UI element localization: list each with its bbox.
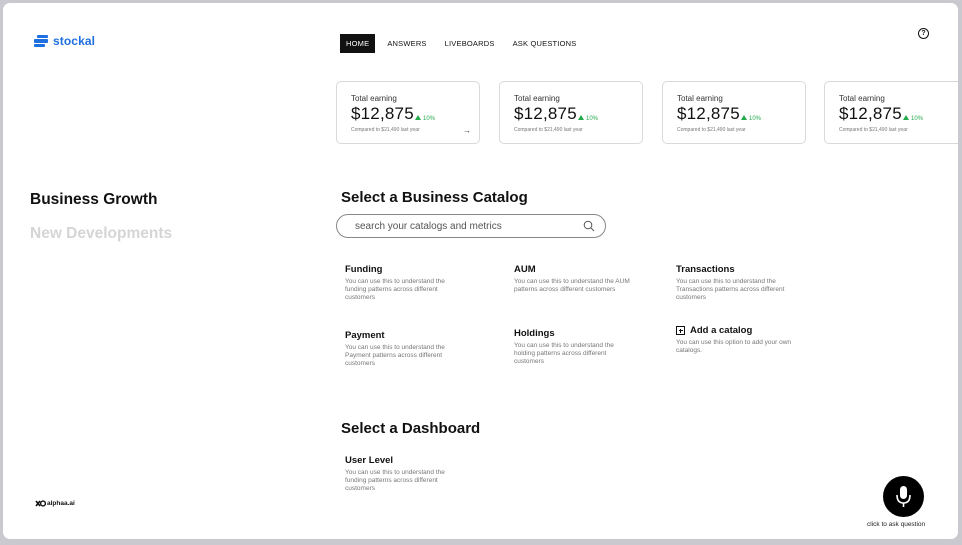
catalog-title: Holdings — [514, 328, 555, 339]
microphone-icon — [896, 486, 911, 507]
app-window: stockal HOME ANSWERS LIVEBOARDS ASK QUES… — [3, 3, 958, 539]
card-change: 10% — [741, 115, 761, 122]
catalog-desc: You can use this to understand the fundi… — [345, 278, 445, 301]
nav-ask-questions[interactable]: ASK QUESTIONS — [507, 34, 583, 53]
nav-answers[interactable]: ANSWERS — [381, 34, 432, 53]
nav-home[interactable]: HOME — [340, 34, 376, 53]
arrow-right-icon[interactable]: → — [463, 126, 471, 135]
stockal-logo[interactable]: stockal — [34, 34, 95, 48]
catalog-desc: You can use this to understand the Trans… — [676, 278, 785, 301]
catalog-item-aum[interactable]: AUM You can use this to understand the A… — [514, 264, 634, 294]
catalog-title: Add a catalog — [690, 325, 753, 336]
earning-card[interactable]: Total earning $12,875 10% Compared to $2… — [662, 81, 806, 144]
earning-card[interactable]: Total earning $12,875 10% Compared to $2… — [336, 81, 480, 144]
earning-card[interactable]: Total earning $12,875 10% Compared to $2… — [824, 81, 958, 144]
dashboard-section-title: Select a Dashboard — [341, 420, 481, 437]
card-note: Compared to $21,490 last year — [677, 127, 746, 133]
menu-new-developments[interactable]: New Developments — [30, 225, 172, 243]
catalog-desc: You can use this to understand the AUM p… — [514, 278, 630, 293]
card-value: $12,875 — [514, 104, 577, 123]
plus-square-icon — [676, 326, 685, 335]
card-change: 10% — [578, 115, 598, 122]
nav-liveboards[interactable]: LIVEBOARDS — [439, 34, 501, 53]
catalog-section-title: Select a Business Catalog — [341, 189, 528, 206]
catalog-title: Funding — [345, 264, 383, 275]
add-catalog-button[interactable]: Add a catalog You can use this option to… — [676, 325, 796, 355]
catalog-title: Payment — [345, 330, 385, 341]
catalog-desc: You can use this option to add your own … — [676, 339, 792, 354]
card-change: 10% — [903, 115, 923, 122]
up-triangle-icon — [415, 115, 421, 120]
card-value: $12,875 — [839, 104, 902, 123]
catalog-item-payment[interactable]: Payment You can use this to understand t… — [345, 330, 465, 368]
card-value: $12,875 — [677, 104, 740, 123]
alphaa-logo-text: alphaa.ai — [47, 500, 75, 507]
catalog-item-holdings[interactable]: Holdings You can use this to understand … — [514, 328, 634, 366]
catalog-item-transactions[interactable]: Transactions You can use this to underst… — [676, 264, 796, 302]
up-triangle-icon — [903, 115, 909, 120]
card-label: Total earning — [677, 94, 723, 103]
earning-card[interactable]: Total earning $12,875 10% Compared to $2… — [499, 81, 643, 144]
search-input[interactable] — [353, 220, 577, 233]
catalog-title: Transactions — [676, 264, 735, 275]
card-label: Total earning — [514, 94, 560, 103]
catalog-item-funding[interactable]: Funding You can use this to understand t… — [345, 264, 465, 302]
alphaa-logo-icon — [35, 500, 46, 507]
catalog-title: AUM — [514, 264, 536, 275]
dashboard-desc: You can use this to understand the fundi… — [345, 469, 445, 492]
card-label: Total earning — [839, 94, 885, 103]
mic-button[interactable] — [883, 476, 924, 517]
card-label: Total earning — [351, 94, 397, 103]
mic-caption: click to ask question — [867, 521, 926, 528]
card-note: Compared to $21,490 last year — [514, 127, 583, 133]
top-nav: HOME ANSWERS LIVEBOARDS ASK QUESTIONS — [340, 34, 588, 53]
card-value: $12,875 — [351, 104, 414, 123]
up-triangle-icon — [741, 115, 747, 120]
stockal-logo-icon — [34, 34, 48, 48]
dashboard-item-user-level[interactable]: User Level You can use this to understan… — [345, 455, 465, 493]
question-circle-icon[interactable]: ? — [918, 28, 929, 39]
card-note: Compared to $21,490 last year — [839, 127, 908, 133]
alphaa-logo: alphaa.ai — [35, 500, 75, 507]
catalog-desc: You can use this to understand the Payme… — [345, 344, 445, 367]
card-note: Compared to $21,490 last year — [351, 127, 420, 133]
dashboard-title: User Level — [345, 455, 394, 466]
catalog-desc: You can use this to understand the holdi… — [514, 342, 614, 365]
catalog-search[interactable] — [336, 214, 606, 238]
search-icon[interactable] — [583, 220, 595, 232]
menu-business-growth[interactable]: Business Growth — [30, 191, 157, 209]
card-change: 10% — [415, 115, 435, 122]
up-triangle-icon — [578, 115, 584, 120]
logo-text: stockal — [53, 34, 96, 48]
